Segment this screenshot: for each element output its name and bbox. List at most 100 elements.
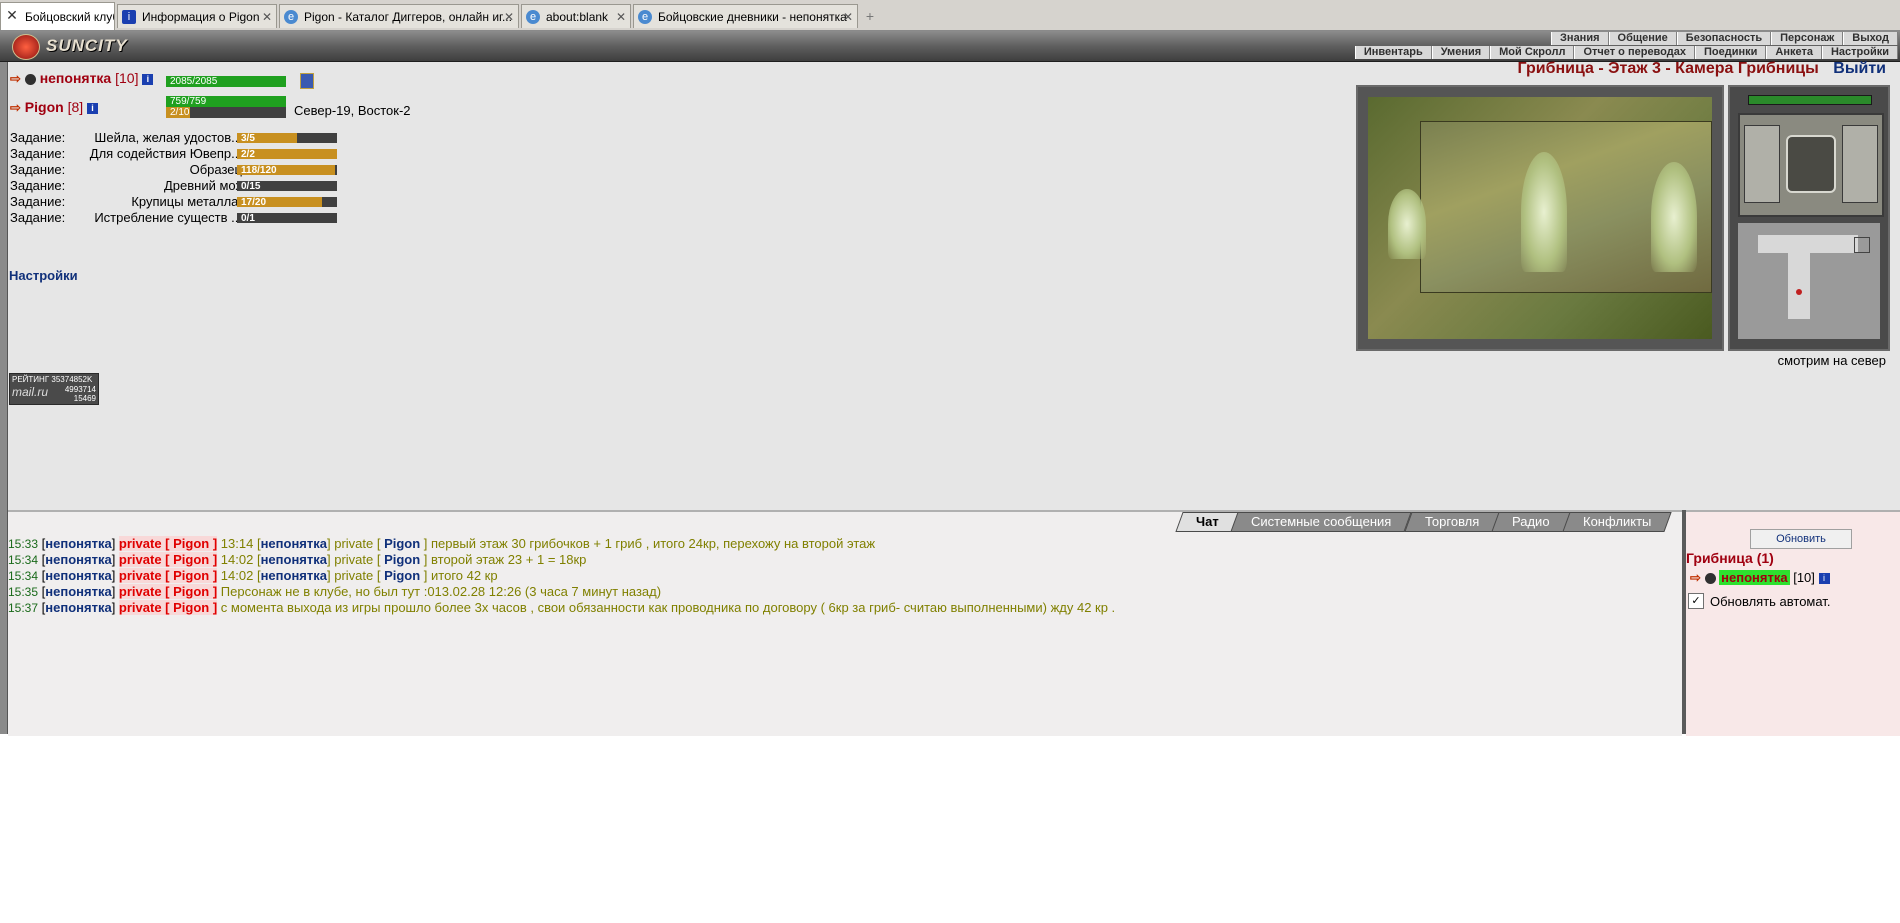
refresh-button[interactable]: Обновить — [1750, 529, 1852, 549]
arrow-icon[interactable]: ⇨ — [1690, 570, 1701, 586]
online-user-name[interactable]: непонятка — [1719, 570, 1790, 585]
close-icon[interactable]: ✕ — [262, 5, 272, 28]
quest-row[interactable]: Задание: Образец 118/120 — [10, 162, 340, 178]
navigation-control[interactable] — [1738, 113, 1884, 217]
chat-private-tag[interactable]: private [ Pigon ] — [118, 584, 218, 599]
quest-name: Образец — [189, 162, 242, 177]
quest-progress-text: 3/5 — [241, 133, 255, 144]
chat-line: 15:33 [непонятка] private [ Pigon ] 13:1… — [8, 536, 876, 551]
location-user-count: Грибница (1) — [1686, 550, 1774, 566]
chat-private-tag[interactable]: private [ Pigon ] — [118, 568, 218, 583]
quest-name: Крупицы металла. — [131, 194, 242, 209]
chat-line: 15:34 [непонятка] private [ Pigon ] 14:0… — [8, 568, 498, 583]
compass-icon[interactable] — [1786, 135, 1836, 193]
quest-row[interactable]: Задание: Шейла, желая удостов... 3/5 — [10, 130, 340, 146]
chat-time: 15:37 — [8, 601, 39, 615]
location-name: Грибница - Этаж 3 - Камера Грибницы — [1517, 60, 1819, 77]
menu-communication[interactable]: Общение — [1608, 32, 1677, 45]
counter-value-1: 4993714 — [64, 385, 96, 394]
suncity-logo[interactable]: SUNCITY — [12, 34, 128, 60]
close-icon[interactable]: ✕ — [504, 5, 514, 28]
fungus-tree-icon[interactable] — [1521, 152, 1567, 272]
chat-nick[interactable]: непонятка — [45, 600, 111, 615]
mailru-counter[interactable]: РЕЙТИНГ 35374852K mail.ru 4993714 15469 — [9, 373, 99, 405]
chat-nick[interactable]: непонятка — [45, 536, 111, 551]
menu-security[interactable]: Безопасность — [1676, 32, 1772, 45]
menu-skills[interactable]: Умения — [1431, 46, 1491, 59]
quest-row[interactable]: Задание: Древний мох 0/15 — [10, 178, 340, 194]
tab-label: Бойцовские дневники - непонятка — [658, 10, 847, 24]
map-corridor — [1788, 235, 1810, 319]
tab-label: Бойцовский клуб — [25, 10, 115, 24]
auto-refresh-checkbox[interactable]: ✓ — [1688, 593, 1704, 609]
quest-name: Истребление существ ... — [94, 210, 242, 225]
chat-inner-nick: непонятка — [260, 552, 327, 567]
quest-label: Задание: — [10, 210, 66, 225]
chat-message: с момента выхода из игры прошло более 3х… — [220, 600, 1116, 615]
quest-progress-text: 0/15 — [241, 181, 261, 192]
player-info-icon[interactable]: i — [142, 73, 154, 85]
menu-fights[interactable]: Поединки — [1694, 46, 1767, 59]
menu-transfer-report[interactable]: Отчет о переводах — [1574, 46, 1695, 59]
tab-trade[interactable]: Торговля — [1404, 512, 1500, 532]
chat-private-tag[interactable]: private [ Pigon ] — [118, 552, 218, 567]
tab-label: Pigon - Каталог Диггеров, онлайн иг... — [304, 10, 512, 24]
arrow-icon: ⇨ — [10, 71, 21, 86]
fungus-tree-icon[interactable] — [1388, 189, 1426, 259]
tab-radio[interactable]: Радио — [1491, 512, 1571, 532]
settings-link[interactable]: Настройки — [9, 268, 78, 283]
companion-level: [8] — [67, 99, 84, 115]
turn-right-icon[interactable] — [1842, 125, 1878, 203]
quest-progress-text: 17/20 — [241, 197, 267, 208]
browser-tab-pigon-catalog[interactable]: e Pigon - Каталог Диггеров, онлайн иг...… — [279, 4, 519, 28]
chat-nick[interactable]: непонятка — [45, 552, 111, 567]
chat-nick[interactable]: непонятка — [45, 584, 111, 599]
player-hp-bar: 2085/2085 — [166, 76, 286, 87]
main-panel: ⇨ непонятка [10] i 2085/2085 ⇨ Pigon [8]… — [8, 60, 1900, 510]
quest-progress-bar: 3/5 — [237, 133, 337, 144]
online-users-panel: Обновить Грибница (1) ⇨ непонятка [10] i… — [1686, 510, 1900, 736]
companion-name[interactable]: Pigon — [25, 99, 64, 115]
tab-chat[interactable]: Чат — [1175, 512, 1240, 532]
chat-inner-nick: непонятка — [260, 536, 327, 551]
companion-info-icon[interactable]: i — [87, 102, 99, 114]
menu-knowledge[interactable]: Знания — [1551, 32, 1609, 45]
menu-profile[interactable]: Анкета — [1766, 46, 1822, 59]
alignment-icon — [24, 73, 36, 85]
dungeon-scene-view[interactable] — [1356, 85, 1724, 351]
tab-conflicts[interactable]: Конфликты — [1561, 512, 1672, 532]
player-name[interactable]: непонятка — [40, 70, 112, 86]
user-info-icon[interactable]: i — [1818, 573, 1830, 585]
quest-row[interactable]: Задание: Крупицы металла. 17/20 — [10, 194, 340, 210]
chat-inner-target: Pigon — [384, 568, 421, 583]
companion-mana-bar: 2/10 — [166, 107, 286, 118]
tab-label: Конфликты — [1582, 514, 1651, 529]
arrow-icon: ⇨ — [10, 100, 21, 115]
menu-exit[interactable]: Выход — [1843, 32, 1898, 45]
quest-row[interactable]: Задание: Для содействия Ювепр... 2/2 — [10, 146, 340, 162]
chat-private-tag[interactable]: private [ Pigon ] — [118, 600, 218, 615]
close-icon[interactable]: ✕ — [616, 5, 626, 28]
browser-tab-about-blank[interactable]: e about:blank ✕ — [521, 4, 631, 28]
turn-left-icon[interactable] — [1744, 125, 1780, 203]
browser-tab-fight-club[interactable]: ✕ Бойцовский клуб — [0, 2, 115, 30]
quest-row[interactable]: Задание: Истребление существ ... 0/1 — [10, 210, 340, 226]
quest-progress-text: 118/120 — [241, 165, 277, 176]
player-row: ⇨ непонятка [10] i — [10, 70, 154, 87]
chat-private-tag[interactable]: private [ Pigon ] — [118, 536, 218, 551]
exit-location-link[interactable]: Выйти — [1833, 60, 1886, 77]
browser-tab-fight-diaries[interactable]: e Бойцовские дневники - непонятка ✕ — [633, 4, 858, 28]
menu-settings[interactable]: Настройки — [1821, 46, 1898, 59]
fungus-tree-icon[interactable] — [1651, 162, 1697, 272]
new-tab-button[interactable]: + — [860, 6, 880, 26]
chat-nick[interactable]: непонятка — [45, 568, 111, 583]
close-icon[interactable]: ✕ — [843, 5, 853, 28]
clan-icon[interactable] — [300, 73, 314, 89]
menu-inventory[interactable]: Инвентарь — [1354, 46, 1432, 59]
menu-character[interactable]: Персонаж — [1771, 32, 1844, 45]
browser-tab-info-pigon[interactable]: i Информация о Pigon ✕ — [117, 4, 277, 28]
tab-system-messages[interactable]: Системные сообщения — [1230, 512, 1413, 532]
chat-inner-time: 13:14 — [220, 536, 254, 551]
quest-name: Древний мох — [163, 178, 242, 193]
menu-my-scroll[interactable]: Мой Скролл — [1490, 46, 1575, 59]
